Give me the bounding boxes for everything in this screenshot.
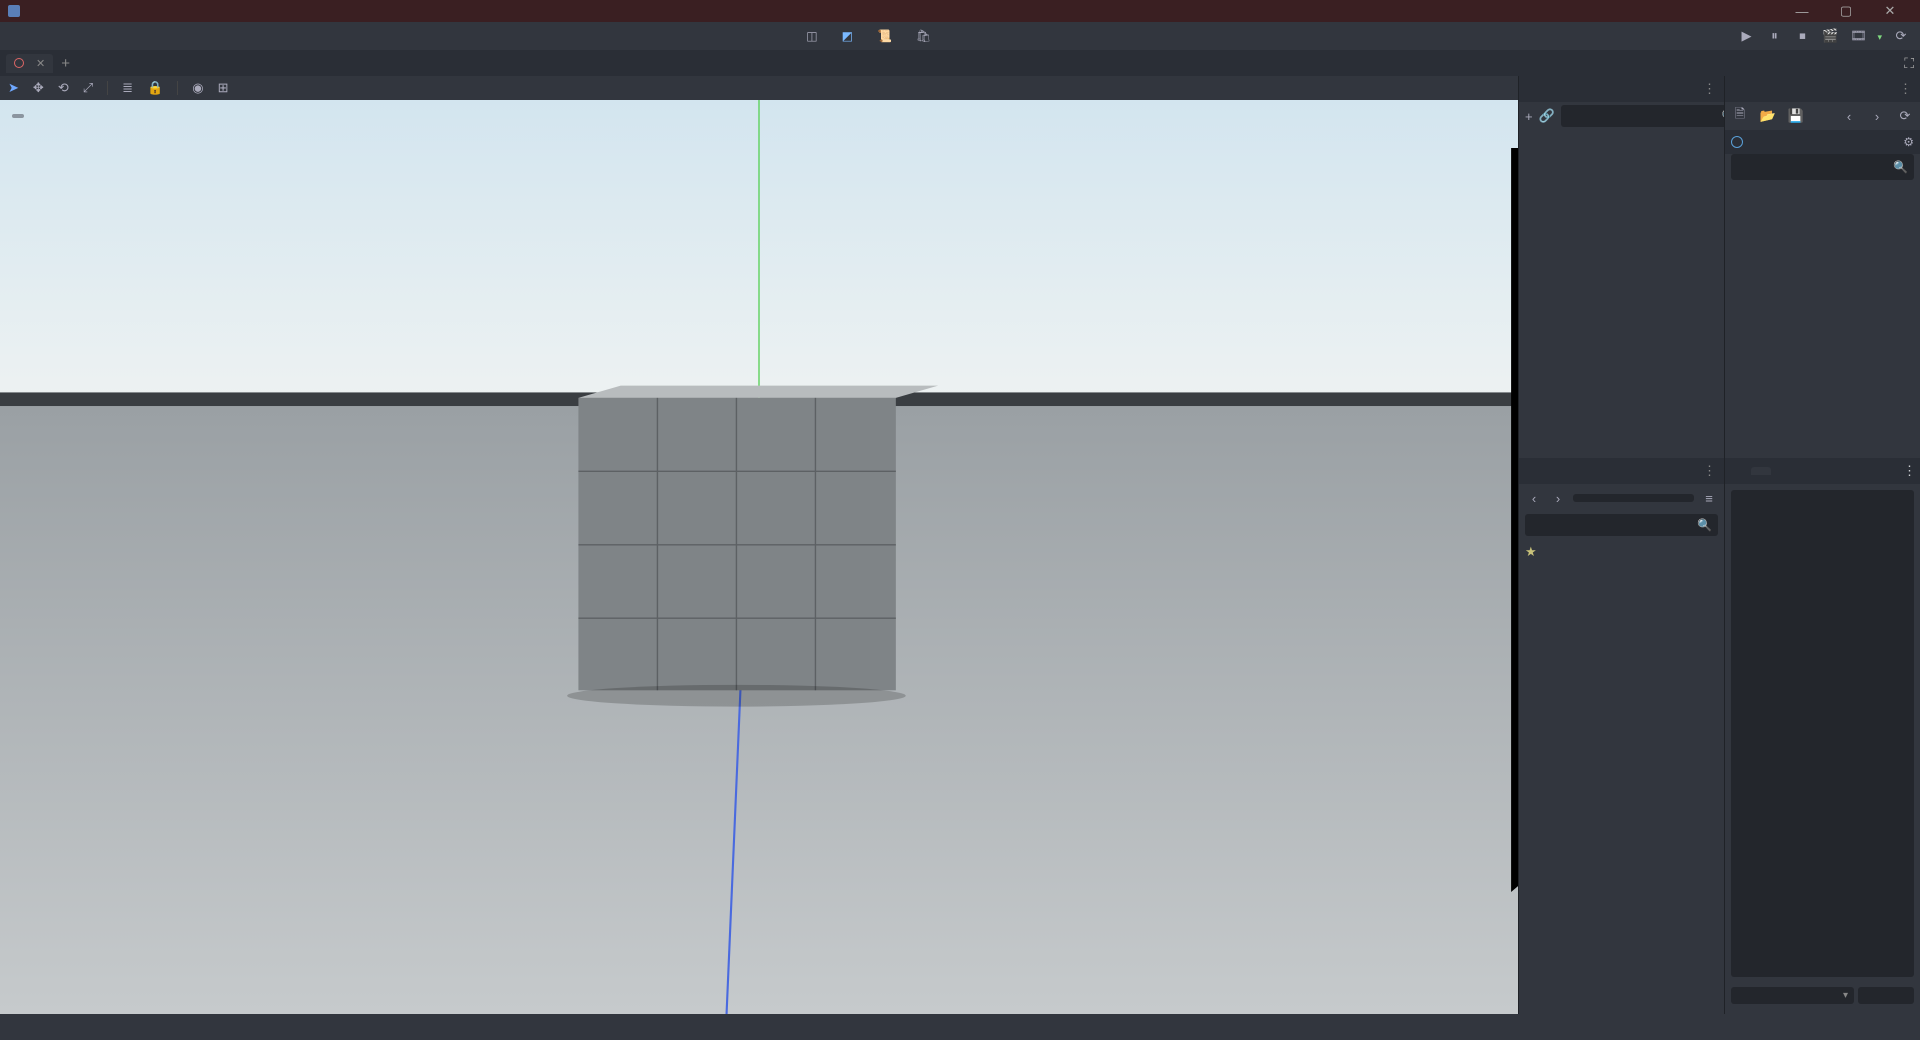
distraction-free-button[interactable]: ⛶: [1904, 55, 1914, 72]
lock-tool-icon[interactable]: 🔒: [147, 80, 163, 96]
world-environment-icon: [1731, 136, 1743, 148]
spatial-icon: [14, 58, 24, 68]
inspector-history-back-icon[interactable]: ‹: [1840, 107, 1858, 125]
play-scene-button[interactable]: 🎬: [1821, 27, 1839, 45]
inspector-save-icon[interactable]: 💾: [1787, 107, 1805, 125]
maximize-button[interactable]: ▢: [1824, 3, 1868, 19]
link-node-button[interactable]: 🔗: [1539, 107, 1555, 125]
search-icon: 🔍: [1893, 160, 1908, 174]
filesystem-tree[interactable]: ★: [1519, 538, 1724, 566]
fs-favorites-row[interactable]: ★: [1519, 542, 1724, 562]
fs-view-mode-icon[interactable]: ≡: [1700, 489, 1718, 507]
minimize-button[interactable]: —: [1780, 4, 1824, 19]
fs-search-input[interactable]: 🔍: [1525, 514, 1718, 536]
settings-icon[interactable]: ⟳: [1892, 27, 1910, 45]
new-tab-button[interactable]: +: [61, 55, 70, 72]
add-node-button[interactable]: +: [1525, 107, 1533, 125]
inspector-history-fwd-icon[interactable]: ›: [1868, 107, 1886, 125]
list-tool-icon[interactable]: ≣: [122, 80, 133, 96]
close-button[interactable]: ✕: [1868, 3, 1912, 19]
inspector-panel-menu-icon[interactable]: ⋮: [1899, 81, 1912, 97]
tab-node[interactable]: [1729, 467, 1749, 475]
inspector-new-icon[interactable]: 🗎: [1731, 107, 1749, 125]
import-as-dropdown[interactable]: ▾: [1731, 987, 1854, 1004]
bottom-panel-tabs: [0, 1014, 1920, 1040]
filesystem-panel-menu-icon[interactable]: ⋮: [1703, 463, 1716, 479]
viewport-3d[interactable]: [0, 100, 1518, 1014]
scale-tool-icon[interactable]: ⤢: [83, 80, 93, 96]
window-titlebar: — ▢ ✕: [0, 0, 1920, 22]
filesystem-panel-header: ⋮: [1519, 458, 1724, 484]
godot-logo-icon: [8, 5, 20, 17]
play-button[interactable]: ▶: [1737, 27, 1755, 45]
scene-tab-main[interactable]: ✕: [6, 54, 53, 73]
fs-back-button[interactable]: ‹: [1525, 489, 1543, 507]
local-tool-icon[interactable]: ◉: [192, 80, 203, 96]
renderer-selector[interactable]: ▾: [1877, 29, 1882, 43]
import-tabs: ⋮: [1725, 458, 1920, 484]
mode-assetlib-button[interactable]: 🛍: [910, 27, 941, 45]
tab-import[interactable]: [1751, 467, 1771, 475]
inspector-panel-header: ⋮: [1725, 76, 1920, 102]
snap-tool-icon[interactable]: ⊞: [218, 80, 229, 96]
filter-nodes-input[interactable]: 🔍: [1561, 105, 1743, 127]
search-icon: 🔍: [1697, 518, 1712, 532]
inspector-object-row[interactable]: ⚙: [1725, 130, 1920, 154]
fs-path-field[interactable]: [1573, 494, 1694, 502]
inspector-load-icon[interactable]: 📂: [1759, 107, 1777, 125]
stop-button[interactable]: ⏹: [1793, 27, 1811, 45]
inspector-filter-input[interactable]: 🔍: [1731, 154, 1914, 180]
preset-button[interactable]: [1858, 987, 1914, 1004]
rotate-tool-icon[interactable]: ⟲: [58, 80, 69, 96]
play-custom-button[interactable]: 🎞: [1849, 27, 1867, 45]
scene-panel-menu-icon[interactable]: ⋮: [1703, 81, 1716, 97]
mode-3d-button[interactable]: ◩: [836, 27, 863, 45]
star-icon: ★: [1525, 544, 1537, 560]
scene-panel-header: ⋮: [1519, 76, 1724, 102]
inspector-refresh-icon[interactable]: ⟳: [1896, 107, 1914, 125]
perspective-badge[interactable]: [12, 114, 24, 118]
move-tool-icon[interactable]: ✥: [33, 80, 44, 96]
inspector-tools-icon[interactable]: ⚙: [1903, 135, 1914, 149]
scene-tabs-bar: ✕ + ⛶: [0, 50, 1920, 76]
menu-bar: ◫ ◩ 📜 🛍 ▶ ⏸ ⏹ 🎬 🎞 ▾ ⟳: [0, 22, 1920, 50]
close-tab-icon[interactable]: ✕: [36, 57, 45, 70]
mode-script-button[interactable]: 📜: [871, 27, 902, 45]
import-panel-menu-icon[interactable]: ⋮: [1903, 463, 1916, 479]
viewport-toolbar: ➤ ✥ ⟲ ⤢ ≣ 🔒 ◉ ⊞: [0, 76, 1518, 100]
mode-2d-button[interactable]: ◫: [800, 27, 827, 45]
select-tool-icon[interactable]: ➤: [8, 80, 19, 96]
pause-button[interactable]: ⏸: [1765, 27, 1783, 45]
fs-forward-button[interactable]: ›: [1549, 489, 1567, 507]
scene-tree[interactable]: [1519, 130, 1724, 138]
import-file-field: [1731, 490, 1914, 977]
